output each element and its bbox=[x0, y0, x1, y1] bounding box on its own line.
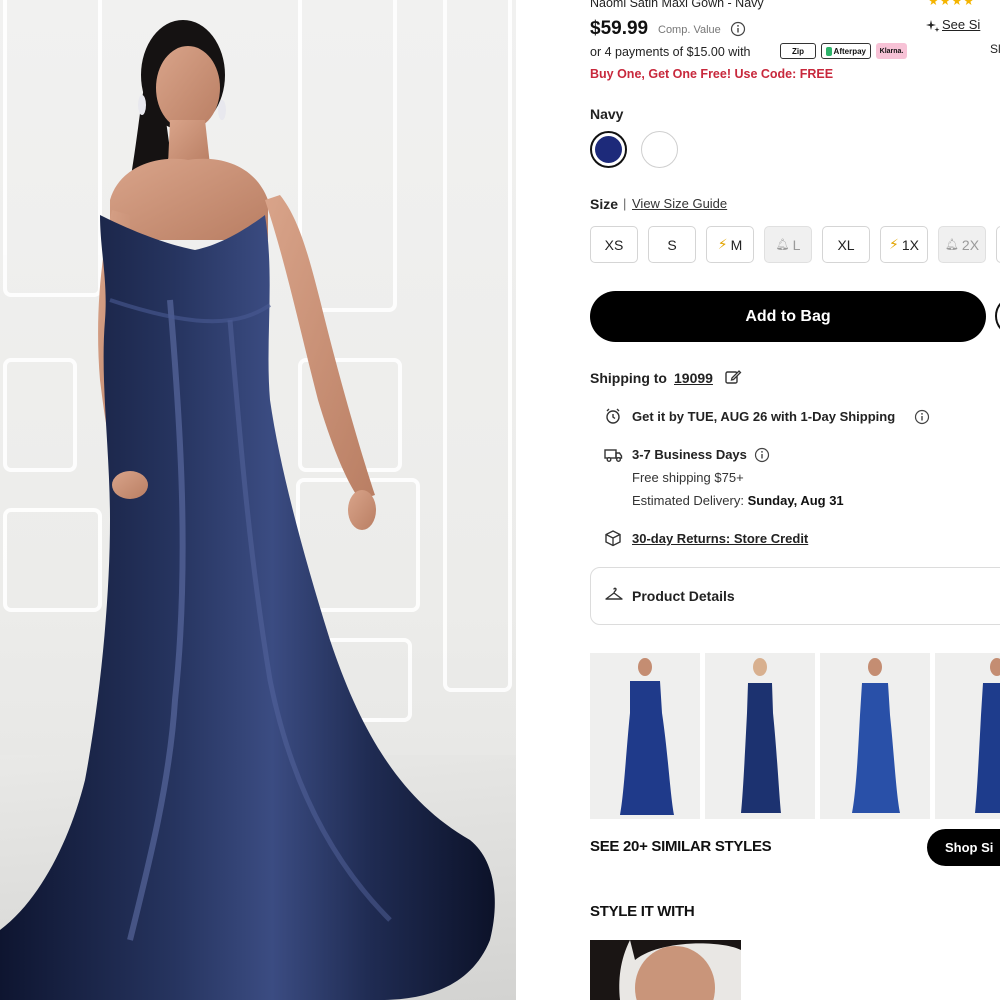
klarna-logo[interactable]: Klarna. bbox=[876, 43, 907, 59]
product-info-panel: Naomi Satin Maxi Gown - Navy ★★★★ $59.99… bbox=[516, 0, 1000, 1000]
similar-thumb-figure bbox=[852, 658, 900, 813]
info-icon[interactable] bbox=[754, 447, 770, 463]
size-more-button[interactable] bbox=[996, 226, 1000, 263]
size-label-xl: XL bbox=[837, 236, 855, 253]
similar-styles-heading: SEE 20+ SIMILAR STYLES bbox=[590, 838, 772, 855]
color-label: Navy bbox=[590, 106, 624, 122]
returns-link[interactable]: 30-day Returns: Store Credit bbox=[632, 531, 808, 546]
alarm-clock-icon bbox=[606, 408, 620, 424]
afterpay-label: Afterpay bbox=[833, 46, 866, 56]
size-label-s: S bbox=[667, 236, 677, 253]
size-options: XS S ⚡ M 🔔︎ L XL ⚡ 1X 🔔︎ 2X bbox=[590, 226, 1000, 263]
shipping-to-label: Shipping to bbox=[590, 370, 667, 386]
style-with-thumb[interactable] bbox=[590, 940, 741, 1000]
add-to-bag-button[interactable]: Add to Bag bbox=[590, 291, 986, 342]
installments-text: or 4 payments of $15.00 with bbox=[590, 45, 751, 59]
size-label-2x: 2X bbox=[961, 236, 980, 253]
notify-bell-icon: 🔔︎ bbox=[944, 239, 959, 251]
size-sparkle-icon bbox=[926, 20, 940, 32]
size-s-button[interactable]: S bbox=[648, 226, 696, 263]
size-separator: | bbox=[623, 196, 627, 211]
promo-text: Buy One, Get One Free! Use Code: FREE bbox=[590, 67, 834, 81]
similar-thumb-figure bbox=[620, 658, 674, 815]
estimated-delivery-label: Estimated Delivery: bbox=[632, 493, 748, 508]
size-l-button[interactable]: 🔔︎ L bbox=[764, 226, 812, 263]
size-guide-link[interactable]: View Size Guide bbox=[632, 196, 727, 211]
similar-thumb[interactable] bbox=[590, 653, 700, 819]
info-icon[interactable] bbox=[730, 21, 746, 37]
fast-delivery-date: TUE, AUG 26 bbox=[687, 409, 768, 424]
size-m-button[interactable]: ⚡ M bbox=[706, 226, 754, 263]
size-label: Size bbox=[590, 196, 619, 212]
wishlist-button[interactable] bbox=[995, 296, 1000, 336]
product-title: Naomi Satin Maxi Gown - Navy bbox=[590, 0, 764, 10]
similar-thumb[interactable] bbox=[820, 653, 930, 819]
shop-similar-button[interactable]: Shop Si bbox=[927, 829, 1000, 866]
swatch-navy-fill bbox=[595, 136, 622, 163]
swatch-white[interactable] bbox=[641, 131, 678, 168]
low-stock-bolt-icon: ⚡ bbox=[717, 236, 728, 252]
edit-icon[interactable] bbox=[724, 368, 742, 386]
similar-thumb-figure bbox=[741, 658, 781, 813]
ship-partial-text: Sl bbox=[990, 42, 1000, 56]
fast-delivery-text: Get it by TUE, AUG 26 with 1-Day Shippin… bbox=[632, 409, 895, 424]
fast-delivery-prefix: Get it by bbox=[632, 409, 688, 424]
shipping-zip[interactable]: 19099 bbox=[674, 370, 713, 386]
notify-bell-icon: 🔔︎ bbox=[775, 239, 790, 251]
size-xl-button[interactable]: XL bbox=[822, 226, 870, 263]
size-1x-button[interactable]: ⚡ 1X bbox=[880, 226, 928, 263]
afterpay-logo[interactable]: Afterpay bbox=[821, 43, 871, 59]
estimated-delivery: Estimated Delivery: Sunday, Aug 31 bbox=[632, 493, 844, 508]
see-size-link[interactable]: See Si bbox=[942, 17, 980, 32]
estimated-delivery-date: Sunday, Aug 31 bbox=[747, 493, 844, 508]
low-stock-bolt-icon: ⚡ bbox=[889, 236, 899, 252]
payment-badges: Zip Afterpay Klarna. bbox=[780, 43, 907, 59]
size-label-xs: XS bbox=[604, 236, 624, 253]
info-icon[interactable] bbox=[914, 409, 930, 425]
fast-delivery-suffix: with 1-Day Shipping bbox=[767, 409, 896, 424]
swatch-navy[interactable] bbox=[590, 131, 627, 168]
product-details-label: Product Details bbox=[632, 588, 735, 604]
standard-shipping-title: 3-7 Business Days bbox=[632, 447, 747, 462]
similar-thumb[interactable] bbox=[705, 653, 815, 819]
return-box-icon bbox=[605, 530, 621, 547]
zip-logo[interactable]: Zip bbox=[780, 43, 816, 59]
comp-value-label: Comp. Value bbox=[658, 24, 721, 36]
afterpay-icon bbox=[826, 46, 832, 56]
similar-styles-carousel bbox=[590, 653, 1000, 819]
style-it-with-heading: STYLE IT WITH bbox=[590, 903, 695, 920]
hero-scene bbox=[0, 0, 512, 1000]
truck-icon bbox=[604, 449, 623, 462]
product-price: $59.99 bbox=[590, 18, 649, 39]
size-2x-button[interactable]: 🔔︎ 2X bbox=[938, 226, 986, 263]
similar-thumb[interactable] bbox=[935, 653, 1000, 819]
size-xs-button[interactable]: XS bbox=[590, 226, 638, 263]
size-label-l: L bbox=[792, 236, 801, 253]
hanger-icon bbox=[605, 587, 623, 600]
similar-thumb-figure bbox=[975, 658, 1000, 813]
size-label-1x: 1X bbox=[901, 236, 919, 253]
size-label-m: M bbox=[730, 236, 743, 253]
free-shipping-text: Free shipping $75+ bbox=[632, 470, 744, 485]
style-with-thumb-figure bbox=[590, 940, 741, 1000]
product-hero-image[interactable] bbox=[0, 0, 516, 1000]
rating-stars[interactable]: ★★★★ bbox=[928, 0, 975, 8]
